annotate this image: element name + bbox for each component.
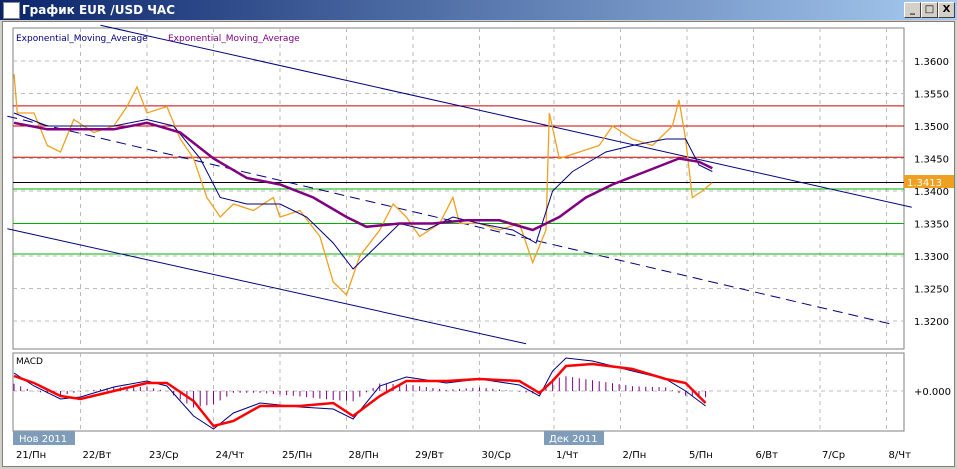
macd-label: MACD [16,357,43,367]
x-tick-label: 2/Пн [623,450,647,461]
x-tick-label: 1/Чт [556,450,579,461]
chart-window: 21/Пн 22/Вт 23/Ср 24/Чт 25/Пн 28/Пн 29/Вт 30/Ср… [2,21,955,467]
x-tick-label: 6/Вт [756,450,779,461]
x-tick-label: 30/Ср [482,450,511,461]
y-tick-label: 1.3500 [914,122,949,133]
y-tick-label: 1.3550 [914,90,949,101]
x-tick-label: 28/Пн [349,450,379,461]
x-tick-label: 23/Ср [149,450,178,461]
legend-ema-fast: Exponential_Moving_Average [16,34,148,44]
month-label-nov: Нов 2011 [19,434,67,445]
y-tick-label: 1.3450 [914,155,949,166]
x-tick-label: 8/Чт [889,450,912,461]
x-tick-label: 29/Вт [415,450,444,461]
y-tick-label: 1.3250 [914,285,949,296]
y-tick-label: 1.3350 [914,220,949,231]
x-tick-label: 24/Чт [216,450,245,461]
legend-ema-slow: Exponential_Moving_Average [168,34,300,44]
x-tick-label: 22/Вт [83,450,112,461]
y-tick-label: 1.3600 [914,57,949,68]
last-price-label: 1.3413 [907,178,942,189]
x-tick-label: 5/Пн [689,450,713,461]
y-tick-label: 1.3200 [914,317,949,328]
chart-canvas[interactable]: 21/Пн 22/Вт 23/Ср 24/Чт 25/Пн 28/Пн 29/Вт 30/Ср… [1,1,954,461]
y-tick-label: 1.3300 [914,252,949,263]
month-label-dec: Дек 2011 [549,434,598,445]
x-tick-label: 7/Ср [822,450,845,461]
x-tick-label: 25/Пн [282,450,312,461]
x-tick-label: 21/Пн [16,450,46,461]
macd-zero-label: +0.000 [914,387,951,398]
